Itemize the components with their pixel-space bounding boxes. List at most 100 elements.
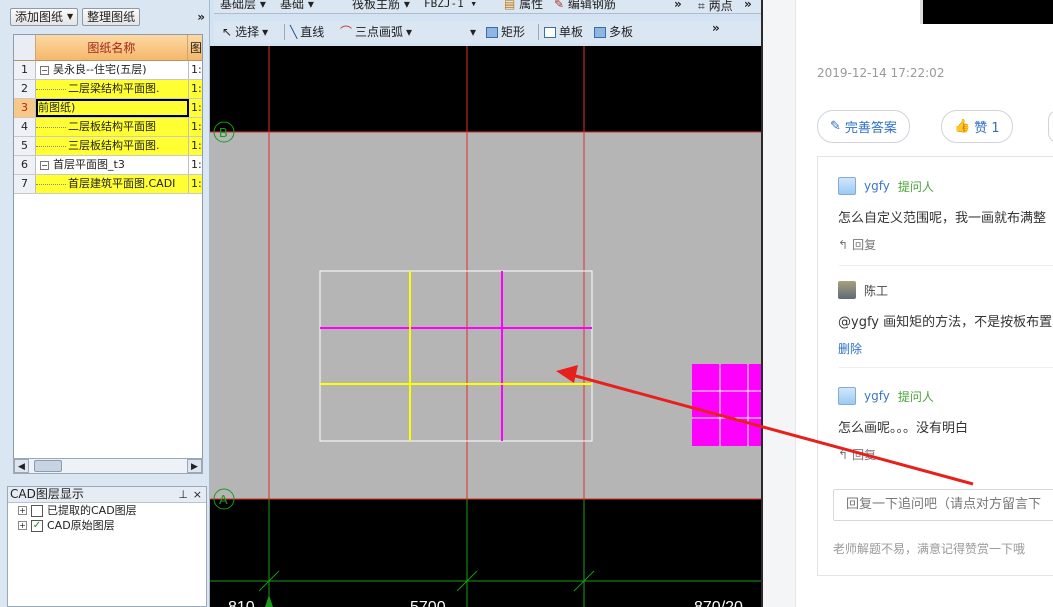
table-row[interactable]: 4 二层板结构平面图 1: <box>14 118 202 137</box>
cross-icon: ⌗ <box>698 0 705 13</box>
more-action-button[interactable] <box>1048 110 1053 143</box>
comment-username[interactable]: ygfy <box>864 389 890 403</box>
expand-icon[interactable]: + <box>18 521 27 530</box>
edit-rebar-label: 编辑钢筋 <box>567 0 616 11</box>
rectangle-icon <box>486 26 498 38</box>
thumbs-up-icon: 👍 <box>954 119 971 134</box>
element-toolbar: 基础层 ▾ 基础 ▾ 筏板主筋 ▾ FBZJ-1 ▾ ▤ 属性 ✎ 编辑钢筋 »… <box>214 0 763 14</box>
drawing-name-text: 前图纸) <box>38 101 76 114</box>
comment-text: @ygfy 画知矩的方法，不是按板布置 <box>838 315 1053 330</box>
pin-icon[interactable]: ⊥ <box>178 487 188 502</box>
avatar[interactable] <box>838 177 856 195</box>
table-row[interactable]: 1− 吴永良--住宅(五层) 1: <box>14 61 202 80</box>
scroll-right-icon[interactable]: ▶ <box>187 459 202 473</box>
delete-link[interactable]: 删除 <box>838 340 1053 357</box>
drawing-name-header[interactable]: 图纸名称 <box>36 35 188 60</box>
row-number: 5 <box>14 137 36 155</box>
edit-icon: ✎ <box>830 119 841 134</box>
comment-divider <box>839 265 1053 266</box>
comment-username[interactable]: ygfy <box>864 179 890 193</box>
row-number: 1 <box>14 61 36 79</box>
layer-item-extracted[interactable]: + 已提取的CAD图层 <box>8 503 206 518</box>
close-icon[interactable]: × <box>193 487 202 502</box>
properties-button[interactable]: ▤ 属性 <box>504 0 543 11</box>
organize-drawing-button[interactable]: 整理图纸 <box>82 8 141 26</box>
avatar[interactable] <box>838 387 856 405</box>
comment-header: 陈工 <box>838 281 1053 299</box>
scroll-left-icon[interactable]: ◀ <box>14 459 29 473</box>
scroll-thumb[interactable] <box>34 460 62 472</box>
collapse-icon[interactable]: − <box>40 160 49 170</box>
dropdown-arrow-icon[interactable]: ▼ <box>67 9 73 25</box>
table-row[interactable]: 3 前图纸) 1: <box>14 99 202 118</box>
table-row[interactable]: 6− 首层平面图_t3 1: <box>14 156 202 175</box>
reply-link[interactable]: ↰ 回复 <box>838 236 1053 253</box>
drawing-name-cell[interactable]: 首层建筑平面图.CADI <box>36 175 189 193</box>
toolbar1-chevron2-icon[interactable]: » <box>744 0 752 11</box>
rect-tool[interactable]: 矩形 <box>486 25 525 39</box>
drawing-name-cell[interactable]: 二层梁结构平面图. <box>36 80 189 98</box>
reply-icon: ↰ <box>838 237 849 252</box>
single-label: 单板 <box>559 25 584 39</box>
qa-panel: 2019-12-14 17:22:02 ✎ 完善答案 👍 赞 1 ygfy 提问… <box>795 0 1053 607</box>
tree-connector <box>36 88 66 90</box>
cad-application-window: 添加图纸 ▼ 整理图纸 » 图纸名称 图 1− 吴永良--住宅(五层) 1: 2 二层梁… <box>0 0 763 607</box>
magenta-slab-block[interactable] <box>692 364 761 446</box>
two-point-button[interactable]: ⌗ 两点 <box>698 0 733 13</box>
overflow-chevron-icon[interactable]: » <box>197 10 205 24</box>
slab-area[interactable] <box>210 132 761 499</box>
drawing-name-cell[interactable]: 前图纸) <box>36 99 189 117</box>
comment-text: 怎么自定义范围呢，我一画就布满整 <box>838 211 1047 226</box>
image-thumbnail[interactable] <box>920 0 1053 24</box>
table-row[interactable]: 7 首层建筑平面图.CADI 1: <box>14 175 202 194</box>
avatar[interactable] <box>838 281 856 299</box>
layer-select[interactable]: 基础层 ▾ <box>220 0 266 11</box>
cad-layer-panel: CAD图层显示 ⊥ × + 已提取的CAD图层 + ✓ CAD原始图层 <box>7 486 207 607</box>
tree-connector <box>36 145 66 147</box>
axis-label-a: A <box>219 492 228 507</box>
drawing-name-cell[interactable]: − 吴永良--住宅(五层) <box>36 61 189 79</box>
drawing-name-cell[interactable]: 二层板结构平面图 <box>36 118 189 136</box>
multi-slab-icon <box>594 26 606 38</box>
layer-item-original[interactable]: + ✓ CAD原始图层 <box>8 518 206 533</box>
like-button[interactable]: 👍 赞 1 <box>941 110 1013 143</box>
toolbar2-chevron-icon[interactable]: » <box>712 21 720 35</box>
extracted-layer-checkbox[interactable] <box>31 504 43 517</box>
single-slab-tool[interactable]: 单板 <box>544 25 583 39</box>
edit-rebar-button[interactable]: ✎ 编辑钢筋 <box>554 0 616 11</box>
reply-icon: ↰ <box>838 447 849 462</box>
expand-icon[interactable]: + <box>18 506 27 515</box>
element-select[interactable]: 筏板主筋 ▾ <box>352 0 410 11</box>
single-slab-icon <box>544 26 556 38</box>
reply-label: 回复 <box>852 448 877 462</box>
comment-username[interactable]: 陈工 <box>864 282 888 299</box>
drawing-name-cell[interactable]: − 首层平面图_t3 <box>36 156 189 174</box>
add-drawing-button[interactable]: 添加图纸 ▼ <box>10 8 79 26</box>
improve-answer-button[interactable]: ✎ 完善答案 <box>817 110 910 143</box>
collapse-icon[interactable]: − <box>40 65 49 75</box>
arc-icon: ⌒ <box>340 25 353 39</box>
category-select[interactable]: 基础 ▾ <box>280 0 314 11</box>
cad-drawing-canvas[interactable]: B A 810 5700 870/20 <box>210 46 761 607</box>
table-row[interactable]: 5 三层板结构平面图. 1: <box>14 137 202 156</box>
table-row[interactable]: 2 二层梁结构平面图. 1: <box>14 80 202 99</box>
scale-cell: 1: <box>191 63 202 76</box>
multi-slab-tool[interactable]: 多板 <box>594 25 633 39</box>
shape-dropdown[interactable]: ▾ <box>470 25 476 39</box>
scale-cell: 1: <box>189 118 202 136</box>
arc-tool[interactable]: ⌒ 三点画弧 ▾ <box>340 25 412 39</box>
horizontal-scrollbar[interactable]: ◀ ▶ <box>13 458 203 474</box>
line-tool[interactable]: ╲ 直线 <box>290 25 324 39</box>
scale-header[interactable]: 图 <box>188 35 202 60</box>
code-select[interactable]: FBZJ-1 ▾ <box>424 0 477 11</box>
like-label: 赞 1 <box>974 121 1000 136</box>
cursor-icon: ↖ <box>222 25 233 39</box>
toolbar1-chevron-icon[interactable]: » <box>674 0 682 11</box>
original-layer-checkbox[interactable]: ✓ <box>31 519 43 532</box>
properties-icon: ▤ <box>504 0 516 11</box>
reply-link[interactable]: ↰ 回复 <box>838 446 1053 463</box>
drawing-name-text: 吴永良--住宅(五层) <box>53 63 147 76</box>
select-tool[interactable]: ↖ 选择 ▾ <box>222 25 268 39</box>
drawing-name-cell[interactable]: 三层板结构平面图. <box>36 137 189 155</box>
reply-input[interactable]: 回复一下追问吧（请点对方留言下 <box>833 489 1053 521</box>
